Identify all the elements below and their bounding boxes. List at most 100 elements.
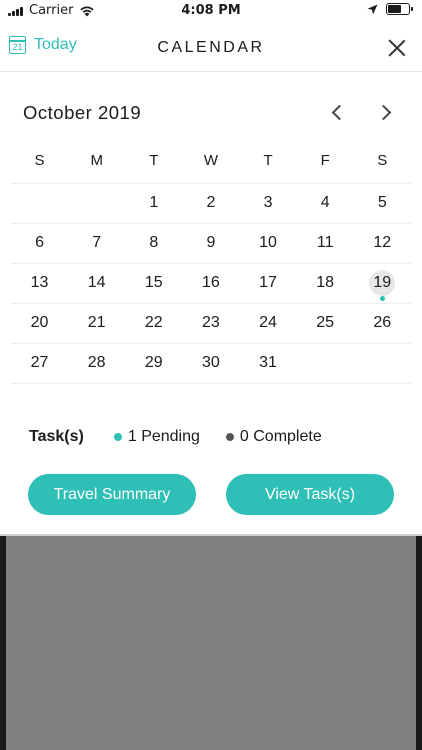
next-month-chevron-icon[interactable]	[378, 104, 394, 120]
day-number: 2	[206, 194, 216, 211]
calendar-day[interactable]: 15	[125, 264, 182, 303]
calendar-day[interactable]: 17	[240, 264, 297, 303]
calendar-day[interactable]: 10	[240, 224, 297, 263]
travel-summary-button[interactable]: Travel Summary	[28, 474, 196, 515]
calendar-day[interactable]: 31	[240, 344, 297, 383]
weekday-label: F	[320, 152, 330, 169]
day-number: 21	[87, 314, 106, 331]
day-number: 12	[373, 234, 392, 251]
weekday-label: S	[377, 152, 388, 169]
calendar-day[interactable]: 1	[125, 184, 182, 223]
calendar-day[interactable]: 3	[240, 184, 297, 223]
day-number: 30	[202, 354, 220, 371]
calendar-day-selected[interactable]: 19	[354, 264, 411, 303]
weekday-label: S	[34, 152, 45, 169]
calendar-day[interactable]: 30	[182, 344, 239, 383]
calendar-day[interactable]: 24	[240, 304, 297, 343]
day-number: 17	[259, 274, 277, 291]
calendar-day[interactable]: 5	[354, 184, 411, 223]
day-number: 26	[373, 314, 392, 331]
weekday-label: W	[203, 152, 219, 169]
day-number: 18	[316, 274, 335, 291]
day-number: 6	[35, 234, 45, 251]
calendar-day[interactable]: 6	[11, 224, 68, 263]
day-number: 5	[377, 194, 387, 211]
day-number: 15	[144, 274, 163, 291]
calendar-day[interactable]: 25	[297, 304, 354, 343]
location-arrow-icon	[367, 4, 378, 14]
calendar-day[interactable]: 2	[182, 184, 239, 223]
calendar-day[interactable]: 16	[182, 264, 239, 303]
tasks-label: Task(s)	[29, 428, 84, 445]
day-number: 24	[259, 314, 277, 331]
day-number: 13	[30, 274, 49, 291]
previous-month-chevron-icon[interactable]	[330, 104, 346, 120]
calendar-day-empty	[68, 184, 125, 223]
close-icon[interactable]	[388, 39, 406, 57]
calendar-day[interactable]: 4	[297, 184, 354, 223]
day-number: 27	[30, 354, 49, 371]
calendar-day[interactable]: 7	[68, 224, 125, 263]
day-number: 31	[259, 354, 277, 371]
battery-icon	[386, 3, 413, 15]
day-number: 14	[87, 274, 106, 291]
calendar-day[interactable]: 21	[68, 304, 125, 343]
calendar-day[interactable]: 18	[297, 264, 354, 303]
day-number: 19	[369, 270, 396, 296]
calendar-day-empty	[354, 344, 411, 383]
calendar-week-row: 13 14 15 16 17 18 19	[11, 264, 411, 304]
calendar-day[interactable]: 14	[68, 264, 125, 303]
day-number: 22	[144, 314, 163, 331]
day-number: 7	[92, 234, 102, 251]
calendar-day[interactable]: 12	[354, 224, 411, 263]
calendar-day[interactable]: 13	[11, 264, 68, 303]
calendar-day[interactable]: 26	[354, 304, 411, 343]
complete-count: 0 Complete	[239, 428, 322, 445]
dimmed-background-content	[6, 536, 416, 750]
day-number: 11	[316, 234, 334, 251]
day-number: 10	[259, 234, 277, 251]
status-time: 4:08 PM	[181, 3, 241, 18]
calendar-day[interactable]: 9	[182, 224, 239, 263]
complete-legend: 0 Complete	[225, 428, 322, 446]
day-number: 20	[30, 314, 49, 331]
status-right	[367, 3, 413, 15]
calendar-week-row: 27 28 29 30 31	[11, 344, 411, 384]
day-number: 16	[202, 274, 220, 291]
calendar-day-empty	[297, 344, 354, 383]
modal-backdrop[interactable]	[0, 536, 422, 750]
calendar-day[interactable]: 11	[297, 224, 354, 263]
day-number: 29	[144, 354, 163, 371]
day-number: 28	[87, 354, 106, 371]
header: 21 Today CALENDAR	[0, 22, 422, 72]
calendar-day[interactable]: 20	[11, 304, 68, 343]
month-label: October 2019	[23, 102, 142, 123]
task-indicator-dot	[379, 296, 385, 301]
calendar-week-row: 1 2 3 4 5	[11, 184, 411, 224]
day-number: 9	[206, 234, 216, 251]
pending-dot-icon	[113, 433, 122, 441]
day-number: 8	[149, 234, 159, 251]
calendar-day[interactable]: 8	[125, 224, 182, 263]
calendar-day[interactable]: 27	[11, 344, 68, 383]
status-bar: Carrier 4:08 PM	[0, 0, 422, 22]
pending-count: 1 Pending	[127, 428, 200, 445]
day-number: 23	[202, 314, 220, 331]
complete-dot-icon	[225, 433, 234, 441]
pending-legend: 1 Pending	[113, 428, 200, 446]
task-summary: Task(s) 1 Pending 0 Complete	[29, 428, 348, 446]
view-tasks-button[interactable]: View Task(s)	[226, 474, 394, 515]
day-number: 1	[149, 194, 159, 211]
day-number: 4	[320, 194, 330, 211]
calendar-day[interactable]: 28	[68, 344, 125, 383]
calendar-day-empty	[11, 184, 68, 223]
weekday-label: T	[149, 152, 159, 169]
calendar-week-row: 20 21 22 23 24 25 26	[11, 304, 411, 344]
day-number: 3	[263, 194, 273, 211]
calendar-day[interactable]: 22	[125, 304, 182, 343]
calendar-day[interactable]: 29	[125, 344, 182, 383]
weekday-header: S M T W T F S	[11, 144, 411, 184]
weekday-label: T	[263, 152, 273, 169]
calendar-day[interactable]: 23	[182, 304, 239, 343]
page-title: CALENDAR	[157, 39, 265, 56]
